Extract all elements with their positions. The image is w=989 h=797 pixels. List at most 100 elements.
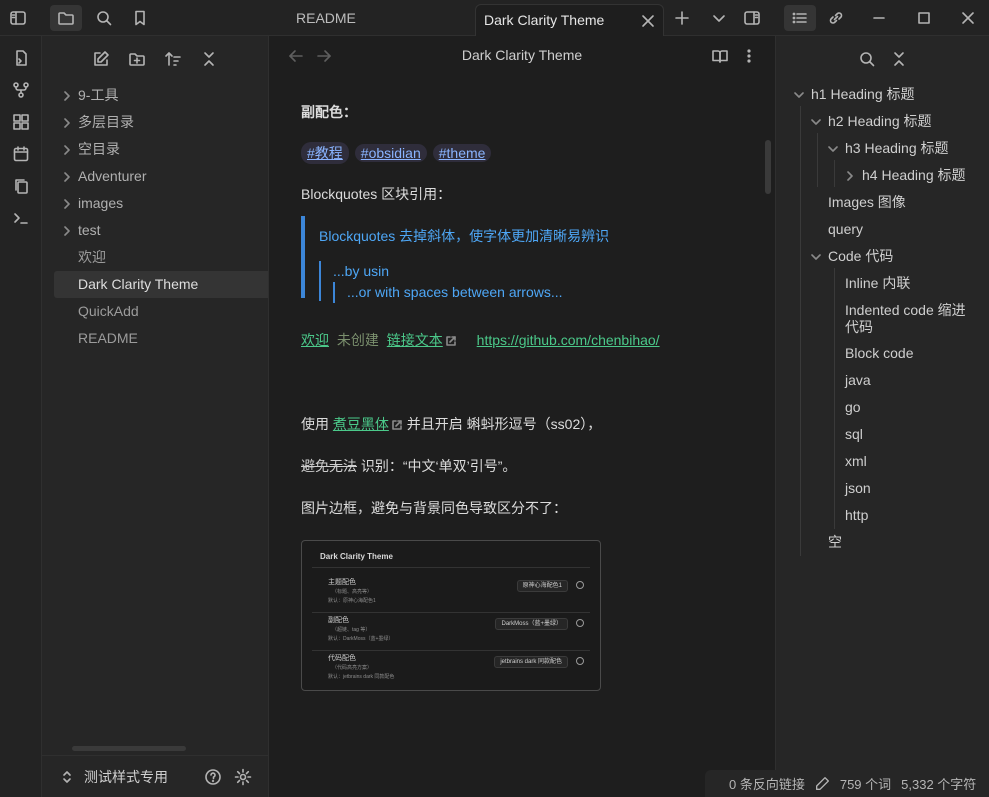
close-icon[interactable] <box>641 14 655 28</box>
outgoing-links-tab-button[interactable] <box>820 5 852 31</box>
outline-item[interactable]: 空 <box>828 534 842 551</box>
outline-item[interactable]: java <box>845 372 871 389</box>
outline-collapse-button[interactable] <box>890 50 908 68</box>
chevron-right-icon <box>64 226 70 236</box>
help-button[interactable] <box>204 768 222 786</box>
open-quick-switcher-button[interactable] <box>0 42 42 74</box>
new-folder-button[interactable] <box>126 48 148 70</box>
tree-folder[interactable]: 多层目录 <box>42 109 268 136</box>
outline-item-label: json <box>845 480 871 496</box>
outline-tab-button[interactable] <box>784 5 816 31</box>
chevrons-up-down-icon <box>63 770 71 783</box>
command-palette-button[interactable] <box>0 202 42 234</box>
chevron-right-icon <box>64 172 70 182</box>
outline-item-label: java <box>845 372 871 388</box>
tree-item-label: Dark Clarity Theme <box>78 276 199 292</box>
bookmarks-tab-button[interactable] <box>124 5 156 31</box>
tab-dark-clarity-theme[interactable]: Dark Clarity Theme <box>475 4 664 36</box>
outline-item-label: xml <box>845 453 867 469</box>
tree-folder[interactable]: test <box>42 217 268 244</box>
nested-blockquote-line-deep: ...or with spaces between arrows... <box>333 282 563 303</box>
link-text[interactable]: 链接文本 <box>387 332 443 348</box>
horizontal-scrollbar[interactable] <box>72 746 186 751</box>
vault-switcher[interactable]: 测试样式专用 <box>42 767 202 787</box>
toggle-right-sidebar-button[interactable] <box>736 5 768 31</box>
new-note-button[interactable] <box>90 48 112 70</box>
view-title[interactable]: Dark Clarity Theme <box>269 47 775 63</box>
outline-item[interactable]: query <box>828 221 863 238</box>
chevron-right-icon <box>64 145 70 155</box>
canvas-button[interactable] <box>0 106 42 138</box>
collapse-all-button[interactable] <box>198 48 220 70</box>
tree-folder[interactable]: 空目录 <box>42 136 268 163</box>
outline-indent-guide <box>817 133 818 187</box>
tree-file[interactable]: QuickAdd <box>42 298 268 325</box>
more-options-button[interactable] <box>740 47 758 65</box>
tag-theme[interactable]: #theme <box>432 144 492 162</box>
github-link[interactable]: https://github.com/chenbihao/ <box>477 332 660 348</box>
minimize-icon <box>873 17 885 19</box>
graph-view-button[interactable] <box>0 74 42 106</box>
outline-item[interactable]: h4 Heading 标题 <box>847 167 966 184</box>
tab-list-button[interactable] <box>703 5 735 31</box>
backlinks-count[interactable]: 0 条反向链接 <box>729 774 805 793</box>
outline-item[interactable]: json <box>845 480 871 497</box>
chevron-right-icon <box>64 91 70 101</box>
chevron-down-icon[interactable] <box>828 144 838 154</box>
outline-item[interactable]: go <box>845 399 861 416</box>
link-welcome[interactable]: 欢迎 <box>301 332 329 348</box>
outline-item-label: query <box>828 221 864 237</box>
chevron-down-icon[interactable] <box>794 90 804 100</box>
embedded-image[interactable]: Dark Clarity Theme 主题配色 （标题、高亮等） 默认：原神心海… <box>301 540 601 691</box>
outline-item[interactable]: Indented code 缩进代码 <box>845 302 973 336</box>
settings-button[interactable] <box>234 768 252 786</box>
maximize-button[interactable] <box>908 5 940 31</box>
image-row-sub: （超链、tag 等） <box>332 627 371 633</box>
ribbon <box>0 36 42 797</box>
title-bar: README Dark Clarity Theme <box>0 0 989 36</box>
calendar-icon <box>13 146 29 162</box>
outline-item[interactable]: Code 代码 <box>811 248 893 265</box>
tree-file[interactable]: README <box>42 325 268 352</box>
outline-item[interactable]: Images 图像 <box>828 194 906 211</box>
outline-item[interactable]: sql <box>845 426 863 443</box>
outline-item[interactable]: h3 Heading 标题 <box>828 140 949 157</box>
chevron-right-icon[interactable] <box>845 171 855 181</box>
blockquote: Blockquotes 去掉斜体，使字体更加清晰易辨识 ...by usin .… <box>301 216 741 303</box>
sort-button[interactable] <box>162 48 184 70</box>
new-tab-button[interactable] <box>666 5 698 31</box>
daily-note-button[interactable] <box>0 138 42 170</box>
chevron-down-icon[interactable] <box>811 252 821 262</box>
tab-readme[interactable]: README <box>296 0 356 36</box>
close-window-button[interactable] <box>952 5 984 31</box>
image-row-desc: 默认：jetbrains dark 同款配色 <box>328 674 395 680</box>
outline-search-button[interactable] <box>858 50 876 68</box>
chevron-down-icon[interactable] <box>811 117 821 127</box>
vertical-scrollbar[interactable] <box>765 140 771 194</box>
tree-file[interactable]: Dark Clarity Theme <box>54 271 268 298</box>
minimize-button[interactable] <box>863 5 895 31</box>
outline-item[interactable]: h2 Heading 标题 <box>811 113 932 130</box>
outline-item[interactable]: h1 Heading 标题 <box>794 86 915 103</box>
font-link[interactable]: 煮豆黑体 <box>333 416 389 432</box>
outline-item[interactable]: xml <box>845 453 867 470</box>
tree-folder[interactable]: 9-工具 <box>42 82 268 109</box>
plus-icon <box>675 11 689 25</box>
reading-view-button[interactable] <box>711 47 729 65</box>
link-uncreated[interactable]: 未创建 <box>337 332 379 348</box>
tree-file[interactable]: 欢迎 <box>42 244 268 271</box>
pencil-icon[interactable] <box>815 776 830 791</box>
maximize-icon <box>918 12 930 24</box>
files-tab-button[interactable] <box>50 5 82 31</box>
tag-tutorial[interactable]: #教程 <box>301 142 349 164</box>
outline-item[interactable]: Inline 内联 <box>845 275 910 292</box>
toggle-left-sidebar-button[interactable] <box>2 5 34 31</box>
tree-folder[interactable]: Adventurer <box>42 163 268 190</box>
outline-item[interactable]: http <box>845 507 868 524</box>
templates-button[interactable] <box>0 170 42 202</box>
search-tab-button[interactable] <box>88 5 120 31</box>
outline-item[interactable]: Block code <box>845 345 913 362</box>
tag-obsidian[interactable]: #obsidian <box>354 144 427 162</box>
external-link-icon <box>445 336 456 347</box>
tree-folder[interactable]: images <box>42 190 268 217</box>
